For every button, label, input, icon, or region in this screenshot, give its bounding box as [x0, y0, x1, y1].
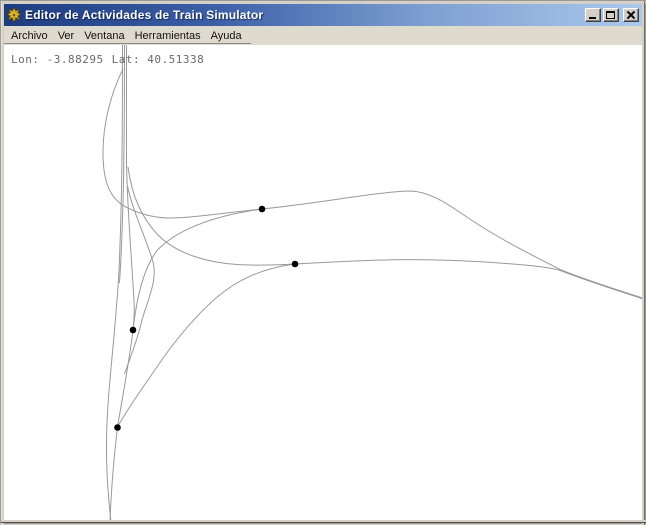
- menu-ayuda[interactable]: Ayuda: [206, 28, 247, 44]
- track-node[interactable]: [114, 424, 121, 431]
- menu-archivo[interactable]: Archivo: [6, 28, 53, 44]
- lat-label: Lat:: [112, 53, 141, 66]
- window-frame-right: [642, 1, 645, 525]
- lon-label: Lon:: [11, 53, 40, 66]
- track-southwest-arc[interactable]: [118, 264, 296, 427]
- window-frame-bottom: [1, 520, 646, 523]
- window-title: Editor de Actividades de Train Simulator: [25, 8, 583, 22]
- close-button[interactable]: [623, 8, 639, 22]
- minimize-button[interactable]: [585, 8, 601, 22]
- minimize-icon: [589, 17, 596, 19]
- track-east-secondary[interactable]: [128, 167, 646, 300]
- track-node[interactable]: [292, 261, 299, 268]
- menu-ver[interactable]: Ver: [53, 28, 80, 44]
- app-icon: [6, 7, 22, 23]
- track-node3-to-node1-feeder[interactable]: [133, 209, 262, 330]
- lon-value: -3.88295: [47, 53, 104, 66]
- titlebar[interactable]: Editor de Actividades de Train Simulator: [4, 4, 642, 26]
- coordinate-readout: Lon: -3.88295 Lat: 40.51338: [11, 53, 204, 66]
- menu-ventana[interactable]: Ventana: [79, 28, 129, 44]
- track-west-loop-east-main[interactable]: [103, 69, 646, 299]
- app-window: Lon: -3.88295 Lat: 40.51338 Editor de Act…: [0, 0, 646, 524]
- maximize-icon: [606, 11, 615, 19]
- window-controls: [583, 8, 639, 22]
- track-node[interactable]: [259, 206, 266, 213]
- menu-herramientas[interactable]: Herramientas: [130, 28, 206, 44]
- track-node[interactable]: [130, 327, 137, 334]
- menubar-divider: [4, 43, 251, 44]
- track-canvas: [1, 1, 646, 525]
- lat-value: 40.51338: [147, 53, 204, 66]
- window-frame-left: [1, 1, 4, 525]
- maximize-button[interactable]: [603, 8, 619, 22]
